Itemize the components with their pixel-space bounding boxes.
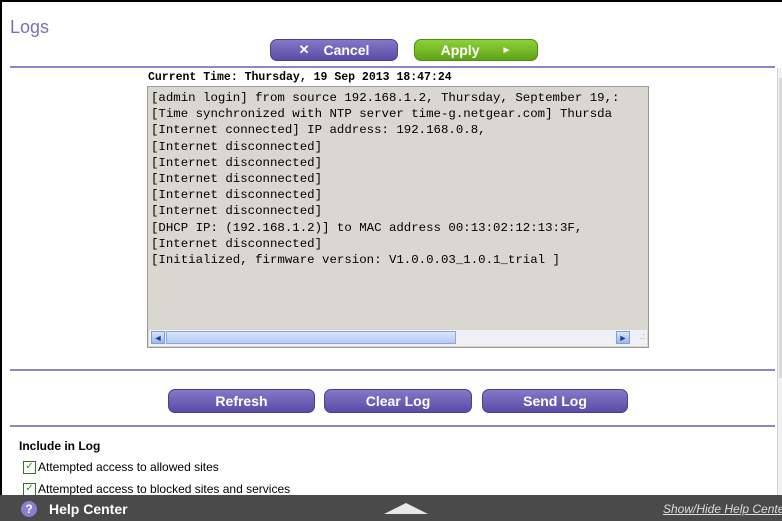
expand-up-icon[interactable] (384, 503, 428, 514)
help-center-bar: ? Help Center Show/Hide Help Center (0, 495, 782, 521)
scroll-right-icon[interactable]: ► (616, 331, 630, 344)
close-icon: ✕ (298, 42, 310, 57)
apply-label: Apply (440, 42, 480, 58)
log-line: [DHCP IP: (192.168.1.2)] to MAC address … (151, 220, 583, 235)
horizontal-scrollbar[interactable]: ◄ ► .: (149, 330, 647, 346)
log-line: [Time synchronized with NTP server time-… (151, 107, 613, 122)
help-center-label[interactable]: Help Center (49, 501, 128, 517)
log-textarea[interactable]: [admin login] from source 192.168.1.2, T… (147, 86, 649, 348)
page-vertical-scrollbar[interactable] (777, 68, 782, 497)
option-blocked-sites: ✓ Attempted access to blocked sites and … (23, 482, 290, 496)
top-divider (10, 66, 775, 68)
log-line: [Internet disconnected] (151, 172, 323, 187)
middle-divider (10, 369, 775, 371)
lower-divider (10, 425, 775, 427)
blocked-sites-checkbox[interactable]: ✓ (23, 482, 36, 496)
show-hide-help-center-link[interactable]: Show/Hide Help Center (663, 502, 782, 516)
refresh-button[interactable]: Refresh (168, 389, 315, 413)
current-time: Current Time: Thursday, 19 Sep 2013 18:4… (148, 71, 452, 84)
arrow-right-icon: ► (501, 44, 512, 56)
blocked-sites-label: Attempted access to blocked sites and se… (38, 482, 291, 496)
option-allowed-sites: ✓ Attempted access to allowed sites (23, 460, 219, 474)
apply-button[interactable]: Apply ► (414, 39, 538, 61)
allowed-sites-label: Attempted access to allowed sites (38, 460, 219, 474)
cancel-button[interactable]: ✕ Cancel (270, 39, 398, 61)
log-line: [Initialized, firmware version: V1.0.0.0… (151, 253, 560, 268)
log-line: [Internet disconnected] (151, 139, 323, 154)
log-line: [Internet disconnected] (151, 204, 323, 219)
log-line: [Internet connected] IP address: 192.168… (151, 123, 486, 138)
help-icon[interactable]: ? (21, 501, 37, 517)
log-content: [admin login] from source 192.168.1.2, T… (151, 90, 648, 268)
page-title: Logs (10, 17, 50, 37)
send-log-button[interactable]: Send Log (482, 389, 628, 413)
scroll-left-icon[interactable]: ◄ (151, 331, 165, 344)
log-line: [Internet disconnected] (151, 236, 323, 251)
resize-grip-icon[interactable]: .: (629, 331, 645, 344)
include-in-log-heading: Include in Log (19, 439, 101, 453)
cancel-label: Cancel (323, 42, 370, 58)
clear-log-button[interactable]: Clear Log (324, 389, 472, 413)
allowed-sites-checkbox[interactable]: ✓ (23, 460, 36, 474)
log-line: [Internet disconnected] (151, 188, 323, 203)
page-frame: Logs ✕ Cancel Apply ► Current Time: Thur… (0, 0, 782, 521)
log-line: [Internet disconnected] (151, 155, 323, 170)
log-line: [admin login] from source 192.168.1.2, T… (151, 91, 620, 105)
scrollbar-thumb[interactable] (166, 331, 456, 344)
